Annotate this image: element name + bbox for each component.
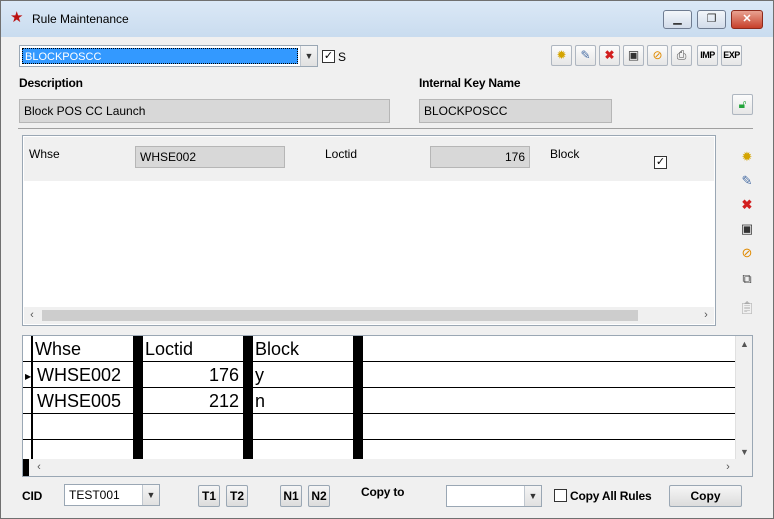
detail-paste-button[interactable]: 📋︎ [737, 298, 757, 318]
block-checkbox[interactable]: ✓ [654, 156, 667, 169]
rule-select-value: BLOCKPOSCC [22, 48, 298, 64]
s-label: S [338, 50, 347, 64]
detail-edit-button[interactable]: ✎ [737, 171, 757, 191]
t2-button[interactable]: T2 [226, 485, 248, 507]
save-icon: ▣ [740, 221, 754, 236]
window-title: Rule Maintenance [32, 12, 129, 26]
detail-panel: Whse WHSE002 Loctid 176 Block ✓ ‹ › [22, 135, 716, 326]
cell-whse[interactable]: WHSE005 [33, 388, 133, 414]
internal-key-field[interactable]: BLOCKPOSCC [419, 99, 612, 123]
t1-button[interactable]: T1 [198, 485, 220, 507]
detail-row: Whse WHSE002 Loctid 176 Block ✓ [24, 137, 714, 181]
copy-to-select-value [449, 488, 453, 504]
export-button[interactable]: EXP [721, 45, 742, 66]
check-icon: ✓ [655, 156, 666, 168]
save-icon: ▣ [627, 48, 640, 62]
n2-button[interactable]: N2 [308, 485, 330, 507]
whse-label: Whse [29, 147, 60, 161]
printer-icon: ⎙ [676, 48, 687, 62]
new-button[interactable]: ✹ [551, 45, 572, 66]
scroll-up-icon[interactable]: ▲ [736, 336, 753, 352]
chevron-down-icon[interactable]: ▼ [524, 486, 541, 506]
copy-all-rules-checkbox[interactable] [554, 489, 567, 502]
delete-icon: ✖ [604, 48, 615, 62]
scroll-right-icon[interactable]: › [720, 459, 736, 476]
loctid-label: Loctid [325, 147, 358, 161]
cid-label: CID [22, 489, 43, 503]
detail-delete-button[interactable]: ✖ [737, 195, 757, 215]
copy-all-rules-label: Copy All Rules [570, 489, 652, 503]
cancel-icon: ⊘ [741, 245, 753, 260]
cancel-icon: ⊘ [652, 48, 663, 62]
description-field[interactable]: Block POS CC Launch [19, 99, 390, 123]
print-button[interactable]: ⎙ [671, 45, 692, 66]
scroll-corner [735, 459, 752, 476]
cid-select[interactable]: TEST001 ▼ [64, 484, 160, 506]
copy-icon: ⧉ [742, 271, 752, 286]
cell-block[interactable]: n [251, 388, 353, 414]
minimize-button[interactable]: ▁ [663, 10, 692, 29]
column-header-block[interactable]: Block [251, 336, 353, 362]
scroll-thumb[interactable] [42, 310, 638, 321]
app-star-icon: ★ [10, 9, 24, 26]
row-divider [23, 439, 736, 440]
grid-vertical-scrollbar[interactable]: ▲ ▼ [735, 336, 752, 460]
scroll-right-icon[interactable]: › [698, 307, 714, 324]
new-icon: ✹ [741, 149, 753, 164]
copy-to-label: Copy to [361, 485, 405, 499]
close-button[interactable]: ✕ [731, 10, 763, 29]
whse-field[interactable]: WHSE002 [135, 146, 285, 168]
column-header-loctid[interactable]: Loctid [141, 336, 243, 362]
import-button[interactable]: IMP [697, 45, 718, 66]
cell-loctid[interactable]: 176 [141, 362, 243, 388]
title-bar: ★ Rule Maintenance ▁ ❐ ✕ [1, 1, 773, 37]
current-row-icon: ▶ [25, 372, 32, 381]
cell-loctid[interactable]: 212 [141, 388, 243, 414]
edit-button[interactable]: ✎ [575, 45, 596, 66]
delete-icon: ✖ [741, 197, 753, 212]
detail-new-button[interactable]: ✹ [737, 147, 757, 167]
copy-button[interactable]: Copy [669, 485, 742, 507]
delete-button[interactable]: ✖ [599, 45, 620, 66]
detail-save-button[interactable]: ▣ [737, 219, 757, 239]
cell-whse[interactable]: WHSE002 [33, 362, 133, 388]
scroll-left-icon[interactable]: ‹ [24, 307, 40, 324]
chevron-down-icon[interactable]: ▼ [300, 46, 317, 66]
edit-icon: ✎ [741, 173, 753, 188]
cid-select-value: TEST001 [69, 488, 120, 502]
scroll-left-icon[interactable]: ‹ [31, 459, 47, 476]
edit-icon: ✎ [580, 48, 591, 62]
column-header-whse[interactable]: Whse [31, 336, 133, 362]
grid-horizontal-scrollbar[interactable]: ‹ › [23, 459, 736, 476]
divider [18, 128, 753, 129]
unlock-icon: 🔓︎ [738, 97, 747, 111]
loctid-field[interactable]: 176 [430, 146, 530, 168]
rules-grid: Whse Loctid Block ▶ WHSE002 176 y WHSE00… [22, 335, 753, 477]
new-icon: ✹ [556, 48, 567, 62]
row-divider [23, 413, 736, 414]
unlock-button[interactable]: 🔓︎ [732, 94, 753, 115]
detail-cancel-button[interactable]: ⊘ [737, 243, 757, 263]
rule-maintenance-window: ★ Rule Maintenance ▁ ❐ ✕ BLOCKPOSCC ▼ ✓ … [0, 0, 774, 519]
cancel-button[interactable]: ⊘ [647, 45, 668, 66]
copy-to-select[interactable]: ▼ [446, 485, 542, 507]
grid-header: Whse Loctid Block [23, 336, 736, 362]
n1-button[interactable]: N1 [280, 485, 302, 507]
scroll-down-icon[interactable]: ▼ [736, 444, 753, 460]
cell-block[interactable]: y [251, 362, 353, 388]
internal-key-label: Internal Key Name [419, 76, 521, 90]
rule-select[interactable]: BLOCKPOSCC ▼ [19, 45, 318, 67]
description-label: Description [19, 76, 83, 90]
detail-copy-button[interactable]: ⧉ [737, 269, 757, 289]
maximize-button[interactable]: ❐ [697, 10, 726, 29]
s-checkbox[interactable]: ✓ [322, 50, 335, 63]
block-label: Block [550, 147, 580, 161]
grid-indicator-cell [23, 459, 29, 476]
save-button[interactable]: ▣ [623, 45, 644, 66]
chevron-down-icon[interactable]: ▼ [142, 485, 159, 505]
paste-icon: 📋︎ [738, 300, 756, 315]
detail-horizontal-scrollbar[interactable]: ‹ › [24, 307, 714, 324]
check-icon: ✓ [323, 50, 334, 62]
